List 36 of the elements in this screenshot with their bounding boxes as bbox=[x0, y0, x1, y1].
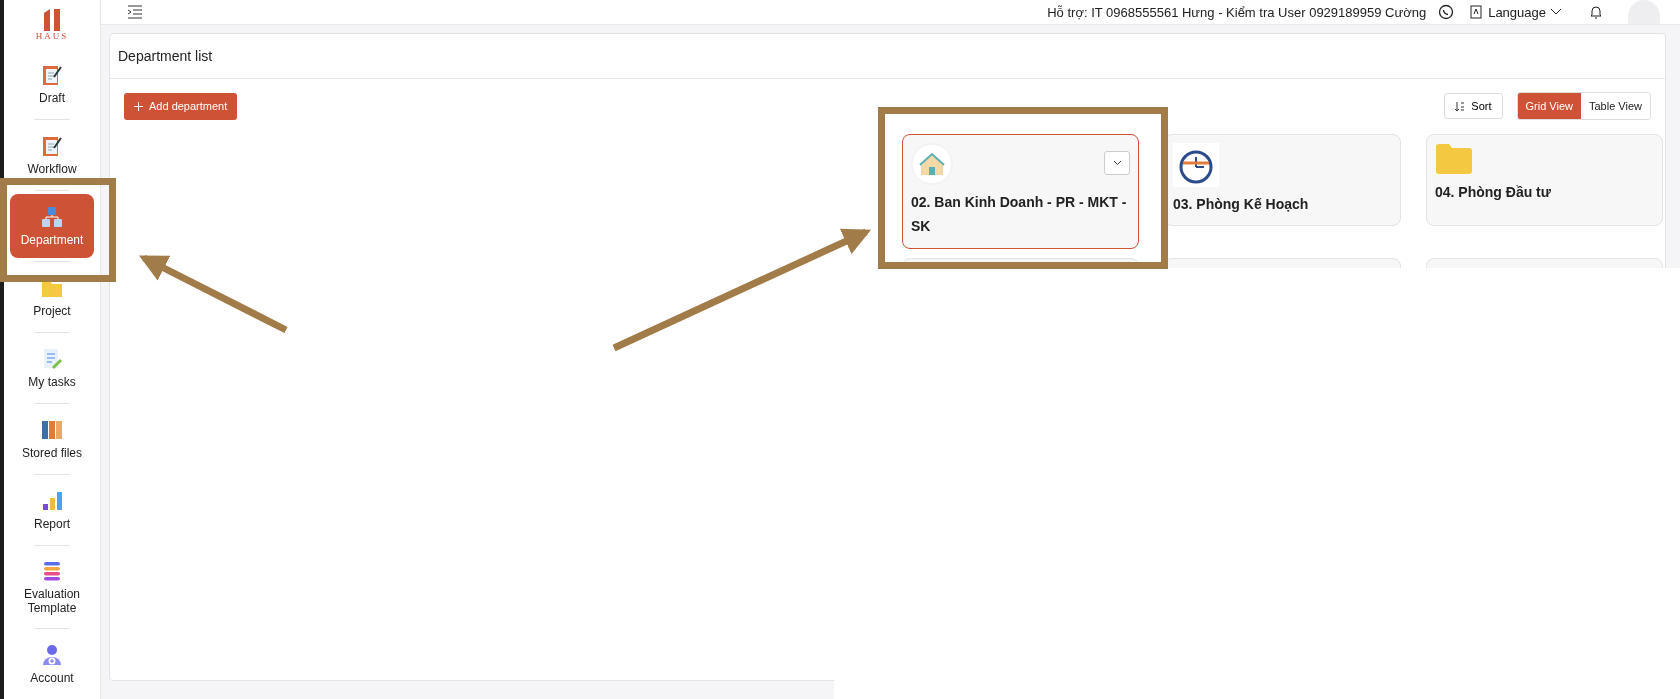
translate-icon bbox=[1470, 5, 1485, 19]
panel-title: Department list bbox=[110, 34, 1665, 79]
view-tab[interactable]: Grid View bbox=[1517, 93, 1581, 119]
clock-logo-icon bbox=[1173, 143, 1219, 187]
menu-icon[interactable] bbox=[127, 5, 143, 19]
sidebar-item[interactable]: Department bbox=[10, 193, 94, 258]
sidebar-item[interactable]: Project bbox=[10, 264, 94, 329]
chevron-down-icon bbox=[1112, 160, 1122, 166]
sort-icon bbox=[1455, 100, 1466, 112]
logo-icon bbox=[42, 7, 62, 32]
sidebar-item[interactable]: My tasks bbox=[10, 335, 94, 400]
sidebar-item[interactable]: Workflow bbox=[10, 122, 94, 187]
logo-text: HAUS bbox=[35, 31, 69, 42]
chat-icon[interactable] bbox=[1438, 4, 1455, 20]
bell-icon[interactable] bbox=[1588, 4, 1604, 20]
sidebar-item[interactable]: Evaluation Template bbox=[10, 549, 94, 625]
sort-button[interactable]: Sort bbox=[1444, 93, 1503, 119]
add-department-button[interactable]: Add department bbox=[124, 92, 238, 120]
house-logo-icon bbox=[911, 143, 953, 185]
sidebar-item[interactable]: Draft bbox=[10, 51, 94, 116]
user-add-icon bbox=[40, 643, 64, 667]
dropdown-button[interactable] bbox=[1104, 151, 1130, 175]
folder-icon bbox=[1435, 143, 1473, 175]
org-chart-icon bbox=[40, 204, 64, 229]
chevron-down-icon bbox=[1550, 8, 1562, 16]
support-contact-text: Hỗ trợ: IT 0968555561 Hưng - Kiểm tra User 0929189959 Cường bbox=[1047, 4, 1427, 20]
department-card[interactable]: 04. Phòng Đầu tư bbox=[1426, 134, 1663, 226]
language-button[interactable]: Language bbox=[1464, 3, 1568, 21]
department-card[interactable]: 02. Ban Kinh Doanh - PR - MKT -SK bbox=[902, 134, 1139, 249]
sidebar-item[interactable]: Account bbox=[10, 631, 94, 697]
sidebar-item[interactable]: Stored files bbox=[10, 407, 94, 472]
department-name: 02. Ban Kinh Doanh - PR - MKT -SK bbox=[911, 193, 1128, 236]
sidebar-item[interactable]: Report bbox=[10, 478, 94, 543]
plus-icon bbox=[134, 101, 143, 111]
department-name: 03. Phòng Kế Hoạch bbox=[1173, 195, 1310, 214]
department-name: 04. Phòng Đầu tư bbox=[1435, 183, 1552, 202]
